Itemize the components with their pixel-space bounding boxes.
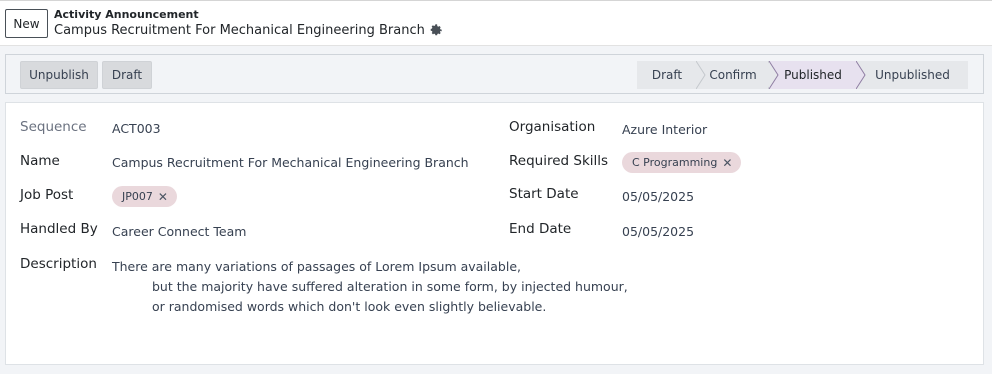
job-post-label: Job Post [20, 187, 74, 203]
stage-unpublished[interactable]: Unpublished [857, 61, 968, 89]
stage-published[interactable]: Published [769, 61, 866, 89]
job-post-tag: JP007 ✕ [112, 186, 177, 207]
start-date-label: Start Date [509, 186, 579, 202]
form-sheet: Sequence ACT003 Name Campus Recruitment … [5, 102, 984, 365]
stage-label: Confirm [709, 68, 757, 82]
name-field[interactable]: Campus Recruitment For Mechanical Engine… [112, 155, 469, 170]
status-bar: Unpublish Draft Draft Confirm Published … [5, 54, 984, 94]
control-panel: New Activity Announcement Campus Recruit… [0, 0, 992, 46]
handled-by-label: Handled By [20, 221, 98, 237]
stage-label: Published [784, 68, 842, 82]
handled-by-field[interactable]: Career Connect Team [112, 224, 246, 239]
remove-tag-icon[interactable]: ✕ [722, 157, 732, 169]
draft-button[interactable]: Draft [102, 61, 152, 89]
organisation-field[interactable]: Azure Interior [622, 122, 707, 137]
required-skills-tag: C Programming ✕ [622, 152, 742, 173]
organisation-label: Organisation [509, 119, 596, 135]
breadcrumb-parent[interactable]: Activity Announcement [54, 8, 199, 21]
description-label: Description [20, 256, 97, 272]
required-skills-label: Required Skills [509, 153, 609, 169]
description-line[interactable]: but the majority have suffered alteratio… [152, 279, 628, 294]
remove-tag-icon[interactable]: ✕ [158, 191, 168, 203]
stage-arrow [696, 61, 706, 89]
gear-icon[interactable] [430, 24, 443, 37]
stage-arrow-tail [769, 61, 779, 89]
required-skills-tag-text: C Programming [632, 156, 718, 169]
start-date-field[interactable]: 05/05/2025 [622, 189, 694, 204]
stage-draft[interactable]: Draft [637, 61, 706, 89]
name-label: Name [20, 153, 60, 169]
sequence-value: ACT003 [112, 121, 161, 136]
description-line[interactable]: or randomised words which don't look eve… [152, 299, 546, 314]
stage-pipeline: Draft Confirm Published Unpublished [637, 61, 968, 89]
job-post-tag-text: JP007 [122, 190, 153, 203]
end-date-field[interactable]: 05/05/2025 [622, 224, 694, 239]
stage-label: Unpublished [875, 68, 950, 82]
unpublish-button[interactable]: Unpublish [20, 61, 98, 89]
stage-confirm[interactable]: Confirm [697, 61, 778, 89]
record-title: Campus Recruitment For Mechanical Engine… [54, 23, 443, 38]
description-line[interactable]: There are many variations of passages of… [112, 259, 521, 274]
stage-arrow [856, 61, 866, 89]
sequence-label: Sequence [20, 119, 87, 135]
record-title-text: Campus Recruitment For Mechanical Engine… [54, 23, 425, 38]
stage-label: Draft [651, 68, 683, 82]
end-date-label: End Date [509, 221, 572, 237]
new-button[interactable]: New [5, 9, 48, 38]
